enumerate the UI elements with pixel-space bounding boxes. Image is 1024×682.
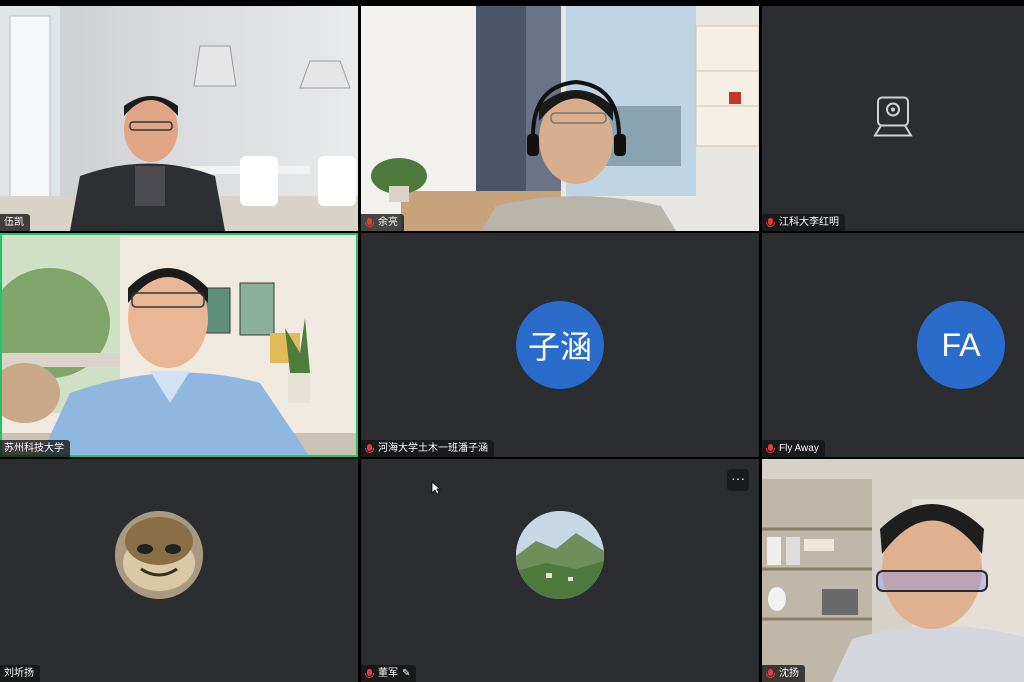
participant-tile-suzhou[interactable]: 苏州科技大学 — [0, 233, 358, 457]
participant-name: 伍凯 — [4, 217, 24, 228]
participant-name: 苏州科技大学 — [4, 443, 64, 454]
participant-tile-liuqiyang[interactable]: 刘圻扬 — [0, 459, 358, 682]
participant-name: 刘圻扬 — [4, 668, 34, 679]
participant-name-label: 余亮 — [361, 214, 404, 231]
mic-muted-icon — [766, 668, 775, 679]
participant-tile-wukai[interactable]: 伍凯 — [0, 6, 358, 231]
pencil-icon: ✎ — [402, 668, 411, 679]
participant-name-label: 江科大李红明 — [762, 214, 845, 231]
participant-name-label: 河海大学土木一班潘子涵 — [361, 440, 494, 457]
participant-name-label: 伍凯 — [0, 214, 30, 231]
participant-name-label: 沈扬 — [762, 665, 805, 682]
participant-tile-lihongming[interactable]: 江科大李红明 — [762, 6, 1024, 231]
video-feed — [762, 459, 1024, 682]
video-feed — [0, 6, 358, 231]
participant-avatar: 子涵 — [516, 301, 604, 389]
mic-muted-icon — [365, 668, 374, 679]
participant-name: 余亮 — [378, 217, 398, 228]
video-grid: 伍凯 余亮 江科大李红明 苏州科技大学 子涵 河海大学土木一班潘子涵 FA Fl… — [0, 6, 1024, 682]
video-feed — [0, 233, 358, 457]
participant-avatar: FA — [917, 301, 1005, 389]
participant-name-label: 刘圻扬 — [0, 665, 40, 682]
participant-name: Fly Away — [779, 443, 819, 454]
mouse-cursor-icon — [431, 481, 442, 500]
camera-off-icon — [871, 95, 915, 142]
mic-muted-icon — [365, 443, 374, 454]
participant-tile-flyaway[interactable]: FA Fly Away — [762, 233, 1024, 457]
video-feed — [361, 6, 759, 231]
participant-tile-shenyang[interactable]: 沈扬 — [762, 459, 1024, 682]
participant-name: 沈扬 — [779, 668, 799, 679]
participant-name-label: 董军 ✎ — [361, 665, 417, 682]
participant-avatar — [516, 511, 604, 599]
mic-muted-icon — [766, 217, 775, 228]
participant-name: 河海大学土木一班潘子涵 — [378, 443, 488, 454]
mic-muted-icon — [766, 443, 775, 454]
participant-name: 江科大李红明 — [779, 217, 839, 228]
participant-tile-panzihan[interactable]: 子涵 河海大学土木一班潘子涵 — [361, 233, 759, 457]
participant-name: 董军 — [378, 668, 398, 679]
participant-avatar — [115, 511, 203, 599]
participant-tile-yuliang[interactable]: 余亮 — [361, 6, 759, 231]
participant-name-label: Fly Away — [762, 440, 825, 457]
more-options-button[interactable]: ··· — [727, 469, 749, 491]
participant-tile-dongjun[interactable]: ··· 董军 ✎ — [361, 459, 759, 682]
participant-name-label: 苏州科技大学 — [0, 440, 70, 457]
mic-muted-icon — [365, 217, 374, 228]
